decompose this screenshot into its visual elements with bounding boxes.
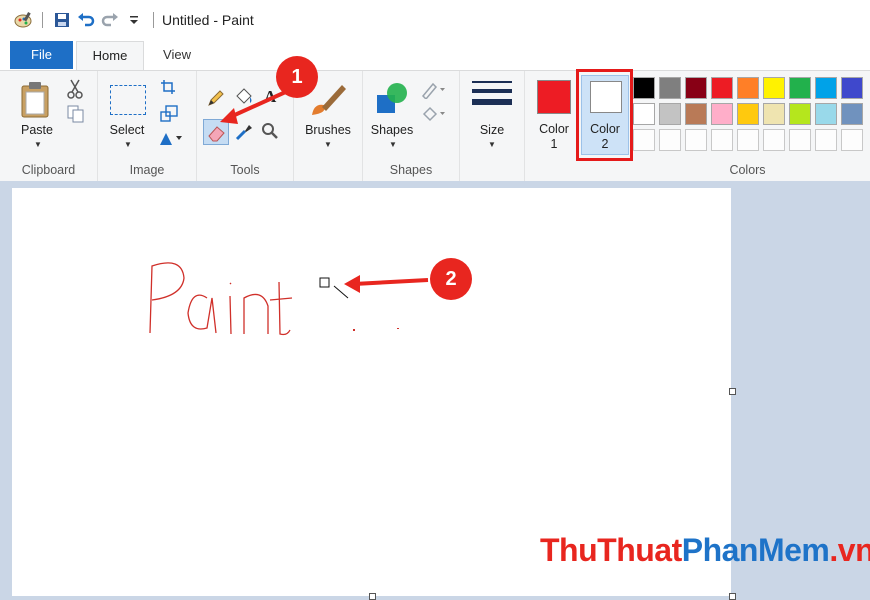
callout-1: 1	[276, 56, 318, 98]
arrow-2-head	[344, 275, 360, 293]
arrow-1-line	[227, 88, 291, 120]
watermark: ThuThuatPhanMem.vn	[540, 532, 870, 569]
callout-2: 2	[430, 258, 472, 300]
watermark-part2: PhanMem	[681, 532, 830, 568]
arrow-1-head	[220, 108, 238, 124]
watermark-part3: .vn	[829, 532, 870, 568]
annotation-arrows	[220, 88, 429, 293]
watermark-part1: ThuThuat	[540, 532, 682, 568]
arrow-2-line	[353, 278, 429, 286]
